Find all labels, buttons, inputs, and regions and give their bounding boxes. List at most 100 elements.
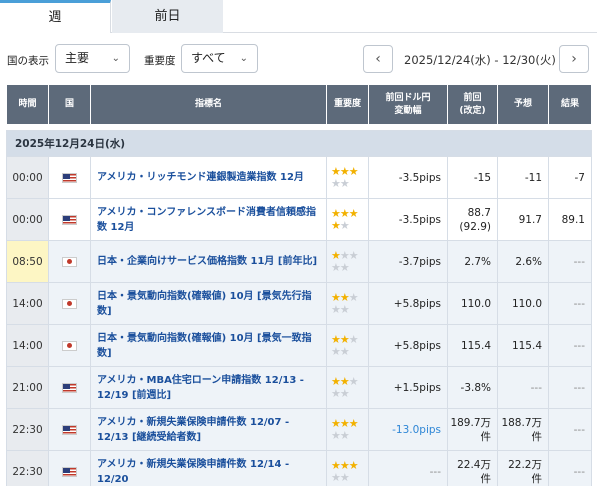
us-flag-icon bbox=[62, 466, 77, 477]
col-forecast: 予想 bbox=[497, 84, 549, 125]
us-flag-icon bbox=[62, 172, 77, 183]
col-prev: 前回 (改定) bbox=[447, 84, 498, 125]
previous-number: 110.0 bbox=[460, 297, 491, 310]
indicator-name-link[interactable]: アメリカ・リッチモンド連銀製造業指数 12月 bbox=[90, 156, 327, 199]
previous-value: 110.0 bbox=[447, 282, 498, 325]
result-number: --- bbox=[573, 339, 585, 352]
us-flag-icon bbox=[62, 382, 77, 393]
japan-flag-icon bbox=[62, 298, 77, 309]
star-row: ★★ bbox=[331, 261, 368, 274]
tab-week[interactable]: 週 bbox=[0, 0, 111, 33]
forecast-value: -11 bbox=[497, 156, 549, 199]
importance-stars: ★★★ ★★ bbox=[326, 282, 369, 325]
country-select-value: 主要 bbox=[65, 51, 90, 65]
col-indicator: 指標名 bbox=[90, 84, 327, 125]
forecast-value: 2.6% bbox=[497, 240, 549, 283]
star-row: ★★ bbox=[331, 218, 368, 232]
star-empty-icon: ★ bbox=[331, 176, 341, 190]
indicator-name-link[interactable]: 日本・企業向けサービス価格指数 11月 [前年比] bbox=[90, 240, 327, 283]
indicator-name-link[interactable]: アメリカ・MBA住宅ローン申請指数 12/13 - 12/19 [前週比] bbox=[90, 366, 327, 409]
importance-stars: ★★★ ★★ bbox=[326, 240, 369, 283]
importance-stars: ★★★ ★★ bbox=[326, 366, 369, 409]
result-value: --- bbox=[548, 324, 592, 367]
prev-week-button[interactable]: ‹ bbox=[363, 45, 393, 73]
us-flag-icon bbox=[62, 214, 77, 225]
previous-value: 2.7% bbox=[447, 240, 498, 283]
forecast-number: --- bbox=[530, 381, 542, 394]
chevron-down-icon: ⌄ bbox=[239, 53, 248, 64]
table-row[interactable]: 00:00 アメリカ・コンファレンスボード消費者信頼感指数 12月 ★★★ ★★ -3.… bbox=[6, 198, 592, 241]
pips-change: -3.5pips bbox=[368, 198, 448, 241]
indicator-name-link[interactable]: アメリカ・コンファレンスボード消費者信頼感指数 12月 bbox=[90, 198, 327, 241]
result-value: --- bbox=[548, 240, 592, 283]
star-filled-icon: ★ bbox=[348, 206, 359, 220]
star-empty-icon: ★ bbox=[331, 302, 341, 316]
event-time: 00:00 bbox=[6, 198, 49, 241]
table-row[interactable]: 08:50 日本・企業向けサービス価格指数 11月 [前年比] ★★★ ★★ -3.7p… bbox=[6, 240, 592, 283]
previous-number: 189.7万件 bbox=[450, 416, 491, 443]
event-time: 22:30 bbox=[6, 450, 49, 486]
star-empty-icon: ★ bbox=[331, 344, 341, 358]
indicator-name-link[interactable]: アメリカ・新規失業保険申請件数 12/07 - 12/13 [継続受給者数] bbox=[90, 408, 327, 451]
importance-stars: ★★★ ★★ bbox=[326, 450, 369, 486]
filter-bar: 国の表示 主要 ⌄ 重要度 すべて ⌄ ‹ 2025/12/24(水) - 12… bbox=[0, 44, 597, 76]
result-number: --- bbox=[573, 423, 585, 436]
japan-flag-icon bbox=[62, 256, 77, 267]
event-time: 00:00 bbox=[6, 156, 49, 199]
previous-number: 2.7% bbox=[464, 255, 491, 268]
country-cell bbox=[48, 156, 91, 199]
star-row: ★★ bbox=[331, 302, 368, 316]
table-row[interactable]: 14:00 日本・景気動向指数(確報値) 10月 [景気先行指数] ★★★ ★★ +5.… bbox=[6, 282, 592, 325]
importance-select[interactable]: すべて ⌄ bbox=[181, 44, 258, 73]
forecast-value: --- bbox=[497, 366, 549, 409]
pips-value: --- bbox=[429, 465, 441, 478]
country-cell bbox=[48, 366, 91, 409]
chevron-left-icon: ‹ bbox=[375, 51, 381, 67]
table-row[interactable]: 22:30 アメリカ・新規失業保険申請件数 12/07 - 12/13 [継続受給… bbox=[6, 408, 592, 451]
event-time: 08:50 bbox=[6, 240, 49, 283]
table-row[interactable]: 00:00 アメリカ・リッチモンド連銀製造業指数 12月 ★★★ ★★ -3.5pips… bbox=[6, 156, 592, 199]
table-row[interactable]: 21:00 アメリカ・MBA住宅ローン申請指数 12/13 - 12/19 [前週… bbox=[6, 366, 592, 409]
table-row[interactable]: 22:30 アメリカ・新規失業保険申請件数 12/14 - 12/20 ★★★ ★★ -… bbox=[6, 450, 592, 486]
previous-number: 88.7 bbox=[467, 206, 491, 219]
previous-value: 22.4万件 bbox=[447, 450, 498, 486]
previous-value: 88.7 (92.9) bbox=[447, 198, 498, 241]
pips-change: +1.5pips bbox=[368, 366, 448, 409]
star-row: ★★ bbox=[331, 344, 368, 358]
result-number: --- bbox=[573, 381, 585, 394]
star-empty-icon: ★ bbox=[339, 176, 350, 190]
indicator-name-link[interactable]: 日本・景気動向指数(確報値) 10月 [景気一致指数] bbox=[90, 324, 327, 367]
star-filled-icon: ★ bbox=[348, 458, 359, 472]
indicator-name-link[interactable]: 日本・景気動向指数(確報値) 10月 [景気先行指数] bbox=[90, 282, 327, 325]
result-value: --- bbox=[548, 366, 592, 409]
col-result: 結果 bbox=[548, 84, 592, 125]
pips-change: +5.8pips bbox=[368, 282, 448, 325]
pips-change: +5.8pips bbox=[368, 324, 448, 367]
col-country: 国 bbox=[48, 84, 91, 125]
result-number: --- bbox=[573, 255, 585, 268]
col-pips: 前回ドル円 変動幅 bbox=[368, 84, 448, 125]
table-row[interactable]: 14:00 日本・景気動向指数(確報値) 10月 [景気一致指数] ★★★ ★★ +5.… bbox=[6, 324, 592, 367]
star-empty-icon: ★ bbox=[339, 386, 350, 400]
indicator-name-link[interactable]: アメリカ・新規失業保険申請件数 12/14 - 12/20 bbox=[90, 450, 327, 486]
pips-change: -13.0pips bbox=[368, 408, 448, 451]
country-select[interactable]: 主要 ⌄ bbox=[55, 44, 130, 73]
star-empty-icon: ★ bbox=[331, 386, 341, 400]
event-time: 14:00 bbox=[6, 324, 49, 367]
revised-number: (92.9) bbox=[459, 220, 491, 233]
date-range: 2025/12/24(水) - 12/30(火) bbox=[404, 53, 556, 67]
tab-previous-day[interactable]: 前日 bbox=[112, 0, 223, 33]
star-empty-icon: ★ bbox=[339, 344, 350, 358]
importance-select-value: すべて bbox=[191, 51, 226, 65]
forecast-value: 22.2万件 bbox=[497, 450, 549, 486]
star-row: ★★ bbox=[331, 471, 368, 484]
star-empty-icon: ★ bbox=[348, 290, 359, 304]
importance-stars: ★★★ ★★ bbox=[326, 156, 369, 199]
country-cell bbox=[48, 282, 91, 325]
star-empty-icon: ★ bbox=[339, 218, 350, 232]
next-week-button[interactable]: › bbox=[559, 45, 589, 73]
result-value: --- bbox=[548, 282, 592, 325]
importance-filter-label: 重要度 bbox=[144, 55, 176, 67]
previous-value: -15 bbox=[447, 156, 498, 199]
previous-number: 115.4 bbox=[460, 339, 491, 352]
